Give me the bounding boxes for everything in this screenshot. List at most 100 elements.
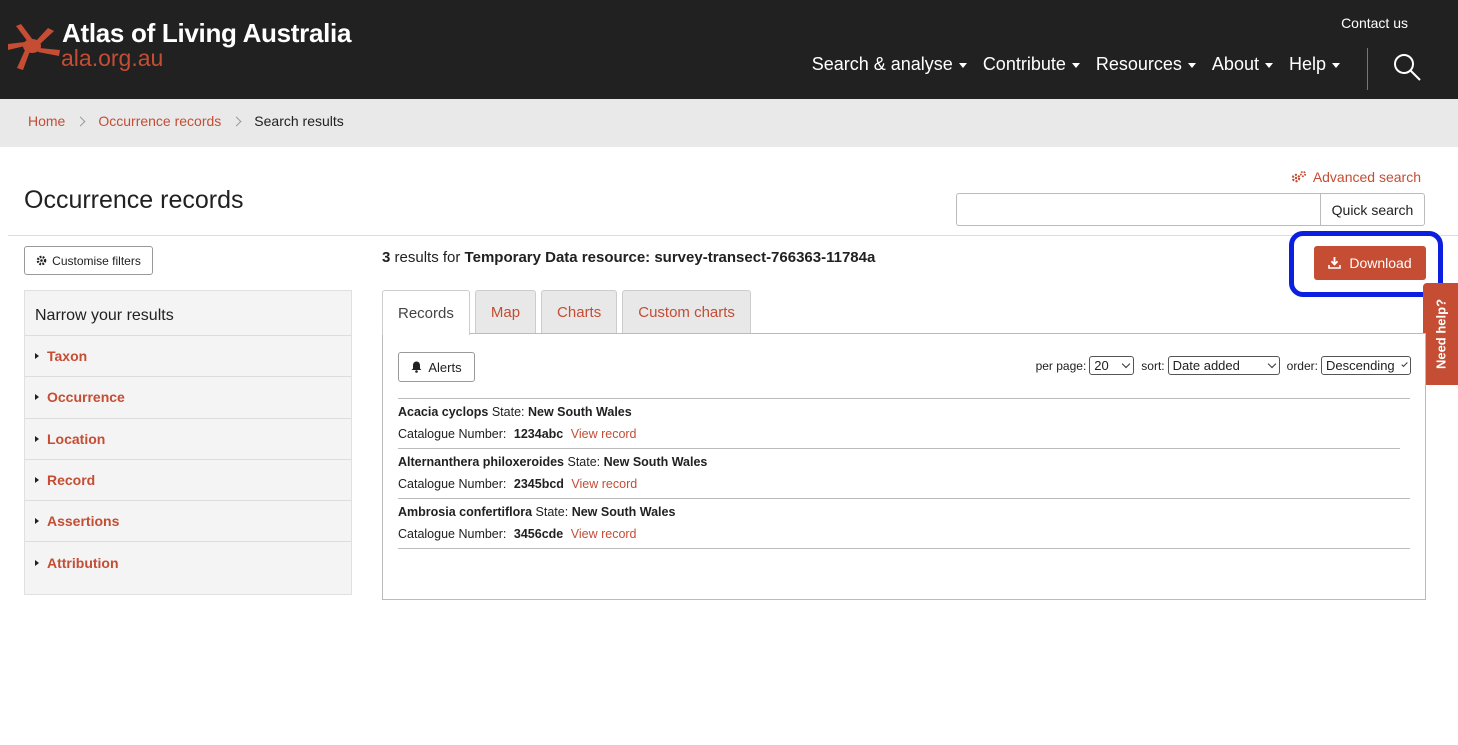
record-separator (398, 448, 1400, 449)
sort-select[interactable]: Date added (1167, 356, 1280, 375)
record-state: New South Wales (603, 455, 708, 469)
facet-location[interactable]: Location (25, 419, 351, 460)
nav-about[interactable]: About (1212, 54, 1273, 75)
record-state-label: State: (491, 405, 525, 419)
page-title: Occurrence records (24, 186, 244, 214)
gear-icon (36, 255, 47, 266)
nav-divider (1367, 48, 1368, 90)
nav-resources[interactable]: Resources (1096, 54, 1196, 75)
sort-label: sort: (1141, 358, 1165, 373)
tab-custom-charts[interactable]: Custom charts (622, 290, 751, 334)
caret-down-icon (1332, 63, 1340, 68)
nav-search-analyse[interactable]: Search & analyse (812, 54, 967, 75)
breadcrumb: Home Occurrence records Search results (0, 99, 1458, 147)
caret-down-icon (1071, 63, 1080, 68)
record-state-label: State: (535, 505, 569, 519)
facet-label: Record (47, 472, 96, 489)
per-page-value: 20 (1094, 358, 1109, 373)
advanced-search-link[interactable]: Advanced search (1291, 169, 1421, 185)
nav-label: Help (1288, 54, 1326, 74)
contact-link[interactable]: Contact us (1341, 15, 1408, 31)
result-summary: 3 results for Temporary Data resource: s… (382, 249, 875, 266)
facet-taxon[interactable]: Taxon (25, 336, 351, 378)
record-separator (398, 398, 1410, 399)
order-select[interactable]: Descending (1321, 356, 1411, 375)
record-item: Acacia cyclops State: New South Wales Ca… (398, 405, 637, 441)
order-value: Descending (1326, 358, 1395, 373)
results-for-label: results for (394, 249, 461, 266)
divider (8, 235, 1458, 236)
chevron-down-icon (1401, 360, 1408, 368)
record-name: Acacia cyclops (398, 405, 489, 419)
nav-help[interactable]: Help (1289, 54, 1340, 75)
nav-label: Search & analyse (811, 54, 953, 74)
need-help-label: Need help? (1433, 298, 1448, 370)
site-header: Atlas of Living Australia ala.org.au Con… (0, 0, 1458, 99)
facet-label: Occurrence (47, 389, 125, 406)
results-controls: per page: 20 sort: Date added order: Des… (1036, 356, 1411, 375)
facet-attribution[interactable]: Attribution (25, 542, 351, 583)
chevron-right-icon (231, 116, 242, 126)
facet-label: Assertions (47, 513, 120, 530)
facet-label: Attribution (47, 555, 119, 572)
caret-down-icon (1187, 63, 1196, 68)
download-icon (1328, 257, 1342, 269)
facet-label: Location (47, 430, 106, 447)
sort-value: Date added (1172, 358, 1240, 373)
result-query: Temporary Data resource: survey-transect… (464, 249, 876, 266)
quick-search-input[interactable] (956, 193, 1320, 226)
ala-logo-icon[interactable] (6, 20, 62, 72)
need-help-tab[interactable]: Need help? (1423, 283, 1458, 385)
tab-map[interactable]: Map (474, 290, 537, 334)
main-nav: Search & analyse Contribute Resources Ab… (796, 54, 1340, 75)
tab-records[interactable]: Records (382, 290, 470, 335)
facet-panel: Narrow your results Taxon Occurrence Loc… (24, 290, 352, 595)
facet-record[interactable]: Record (25, 460, 351, 502)
alerts-label: Alerts (428, 359, 462, 375)
record-name: Alternanthera philoxeroides (398, 455, 565, 469)
per-page-label: per page: (1035, 358, 1087, 373)
advanced-search-label: Advanced search (1312, 169, 1421, 185)
nav-contribute[interactable]: Contribute (983, 54, 1080, 75)
catalogue-label: Catalogue Number: (398, 527, 507, 541)
breadcrumb-occurrence-records[interactable]: Occurrence records (98, 113, 221, 129)
nav-label: Contribute (982, 54, 1066, 74)
result-count: 3 (382, 249, 391, 266)
facet-occurrence[interactable]: Occurrence (25, 377, 351, 419)
per-page-select[interactable]: 20 (1089, 356, 1135, 375)
chevron-right-icon (75, 116, 86, 126)
tab-charts[interactable]: Charts (541, 290, 618, 334)
customise-filters-button[interactable]: Customise filters (24, 246, 153, 275)
chevron-down-icon (1122, 359, 1131, 369)
records-panel: Alerts per page: 20 sort: Date added ord… (382, 333, 1426, 600)
nav-label: Resources (1095, 54, 1182, 74)
quick-search-button[interactable]: Quick search (1320, 193, 1425, 226)
record-state-label: State: (567, 455, 601, 469)
search-icon[interactable] (1392, 52, 1422, 82)
catalogue-label: Catalogue Number: (398, 477, 507, 491)
download-button[interactable]: Download (1314, 246, 1426, 280)
alerts-button[interactable]: Alerts (398, 352, 475, 382)
caret-right-icon (35, 353, 39, 360)
site-url[interactable]: ala.org.au (61, 45, 163, 72)
catalogue-number: 3456cde (513, 527, 564, 541)
record-separator (398, 498, 1410, 499)
results-tabs: Records Map Charts Custom charts (382, 290, 756, 335)
caret-right-icon (35, 560, 39, 567)
facet-label: Taxon (47, 348, 88, 365)
facet-heading: Narrow your results (25, 291, 351, 336)
record-item: Ambrosia confertiflora State: New South … (398, 505, 675, 541)
view-record-link[interactable]: View record (571, 527, 637, 541)
record-separator (398, 548, 1410, 549)
record-state: New South Wales (527, 405, 632, 419)
catalogue-label: Catalogue Number: (398, 427, 507, 441)
record-state: New South Wales (571, 505, 676, 519)
gears-icon (1291, 170, 1306, 183)
customise-filters-label: Customise filters (52, 253, 141, 268)
breadcrumb-home[interactable]: Home (28, 113, 65, 129)
nav-label: About (1211, 54, 1259, 74)
record-item: Alternanthera philoxeroides State: New S… (398, 455, 707, 491)
view-record-link[interactable]: View record (571, 427, 637, 441)
view-record-link[interactable]: View record (571, 477, 637, 491)
facet-assertions[interactable]: Assertions (25, 501, 351, 543)
